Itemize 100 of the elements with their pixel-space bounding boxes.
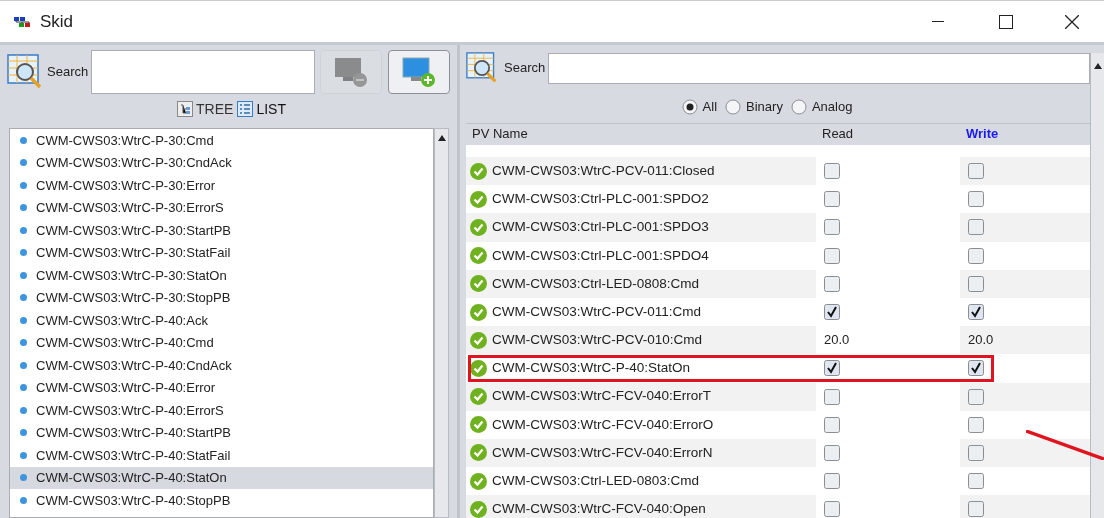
dot-icon [20, 316, 27, 324]
checkbox[interactable] [824, 360, 840, 377]
ok-status-icon [470, 331, 487, 349]
ok-status-icon [470, 500, 487, 518]
filter-radio[interactable]: Analog [790, 97, 853, 117]
radio-icon [681, 99, 698, 115]
monitor-minus-icon [333, 56, 370, 88]
list-item[interactable]: CWM-CWS03:WtrC-P-30:StopPB [10, 286, 433, 309]
checkbox[interactable] [968, 163, 984, 180]
pv-name: CWM-CWS03:WtrC-FCV-040:ErrorN [492, 443, 713, 462]
dot-icon [20, 294, 27, 302]
scroll-up-icon [437, 135, 446, 141]
search-field[interactable] [548, 52, 1090, 84]
add-display-button[interactable] [388, 50, 451, 94]
checkbox[interactable] [824, 473, 840, 490]
column-header[interactable]: PV Name [466, 123, 816, 145]
search-field[interactable] [91, 50, 316, 94]
tree-icon [177, 101, 194, 117]
checkbox[interactable] [968, 247, 984, 264]
dot-icon [20, 159, 27, 167]
dot-icon [20, 136, 27, 144]
pv-name: CWM-CWS03:WtrC-FCV-040:ErrorO [492, 415, 714, 434]
list-item[interactable]: CWM-CWS03:WtrC-P-30:StartPB [10, 219, 433, 242]
list-item[interactable]: CWM-CWS03:WtrC-P-40:Error [10, 376, 433, 399]
dot-icon [20, 271, 27, 279]
checkbox[interactable] [824, 416, 840, 433]
list-item[interactable]: CWM-CWS03:WtrC-P-40:StopPB [10, 489, 433, 512]
column-header[interactable]: Read [816, 123, 960, 145]
list-item[interactable]: CWM-CWS03:WtrC-P-40:StatOn [10, 466, 433, 489]
scrollbar[interactable] [434, 128, 449, 518]
value-text: 20.0 [824, 331, 850, 350]
dot-icon [20, 361, 27, 369]
checkbox[interactable] [968, 275, 984, 292]
checkbox[interactable] [824, 444, 840, 461]
minimize-icon [932, 21, 944, 22]
checkbox[interactable] [824, 501, 840, 518]
ok-status-icon [470, 162, 487, 180]
checkbox[interactable] [824, 388, 840, 405]
dot-icon [20, 384, 27, 392]
ok-status-icon [470, 444, 487, 462]
checkbox[interactable] [968, 219, 984, 236]
ok-status-icon [470, 388, 487, 406]
pv-name: CWM-CWS03:Ctrl-PLC-001:SPDO4 [492, 246, 709, 265]
ok-status-icon [470, 416, 487, 434]
checkbox[interactable] [968, 388, 984, 405]
pv-name: CWM-CWS03:WtrC-FCV-040:ErrorT [492, 387, 711, 406]
checkbox[interactable] [968, 191, 984, 208]
checkbox[interactable] [824, 219, 840, 236]
dot-icon [20, 474, 27, 482]
monitor-plus-icon [401, 56, 438, 88]
view-tab[interactable]: LIST [237, 98, 286, 120]
filter-radio[interactable]: Binary [725, 97, 783, 117]
list-item[interactable]: CWM-CWS03:WtrC-P-40:Ack [10, 309, 433, 332]
dot-icon [20, 406, 27, 414]
pv-name: CWM-CWS03:Ctrl-PLC-001:SPDO3 [492, 218, 709, 237]
list-item[interactable]: CWM-CWS03:WtrC-P-40:Cmd [10, 331, 433, 354]
pv-name: CWM-CWS03:WtrC-FCV-040:Open [492, 500, 706, 518]
list-item[interactable]: CWM-CWS03:WtrC-P-30:StatOn [10, 264, 433, 287]
checkbox[interactable] [968, 360, 984, 377]
checkbox[interactable] [968, 304, 984, 321]
ok-status-icon [470, 359, 487, 377]
radio-icon [725, 99, 742, 115]
list-item[interactable]: CWM-CWS03:WtrC-P-30:Error [10, 174, 433, 197]
list-item[interactable]: CWM-CWS03:WtrC-P-40:CndAck [10, 354, 433, 377]
pv-name: CWM-CWS03:WtrC-PCV-011:Cmd [492, 302, 701, 321]
checkbox[interactable] [824, 163, 840, 180]
list-item[interactable]: CWM-CWS03:WtrC-P-40:StartPB [10, 421, 433, 444]
checkbox[interactable] [968, 473, 984, 490]
scrollbar[interactable] [1090, 53, 1104, 518]
ok-status-icon [470, 472, 487, 490]
checkbox[interactable] [824, 191, 840, 208]
pv-name: CWM-CWS03:WtrC-P-40:StatOn [492, 359, 691, 378]
list-item[interactable]: CWM-CWS03:WtrC-P-30:CndAck [10, 151, 433, 174]
network-icon [14, 16, 30, 27]
filter-radio[interactable]: All [681, 97, 718, 117]
checkbox[interactable] [968, 416, 984, 433]
list-item[interactable]: CWM-CWS03:WtrC-P-30:ErrorS [10, 196, 433, 219]
list-item[interactable]: CWM-CWS03:WtrC-P-40:ErrorS [10, 399, 433, 422]
dot-icon [20, 496, 27, 504]
ok-status-icon [470, 190, 487, 208]
dot-icon [20, 339, 27, 347]
list-item[interactable]: CWM-CWS03:WtrC-P-40:StatFail [10, 444, 433, 467]
list-item[interactable]: CWM-CWS03:WtrC-P-30:StatFail [10, 241, 433, 264]
checkbox[interactable] [968, 444, 984, 461]
column-header[interactable]: Write [960, 123, 1090, 145]
ok-status-icon [470, 303, 487, 321]
list-item[interactable]: CWM-CWS03:WtrC-P-30:Cmd [10, 129, 433, 152]
maximize-icon [999, 14, 1013, 29]
pv-name: CWM-CWS03:WtrC-PCV-011:Closed [492, 161, 715, 180]
checkbox[interactable] [824, 275, 840, 292]
view-tab[interactable]: TREE [177, 98, 234, 120]
dot-icon [20, 451, 27, 459]
checkbox[interactable] [968, 501, 984, 518]
dot-icon [20, 204, 27, 212]
search-icon [466, 52, 498, 84]
checkbox[interactable] [824, 304, 840, 321]
dot-icon [20, 429, 27, 437]
checkbox[interactable] [824, 247, 840, 264]
list-icon [237, 101, 254, 117]
search-icon [7, 54, 43, 90]
